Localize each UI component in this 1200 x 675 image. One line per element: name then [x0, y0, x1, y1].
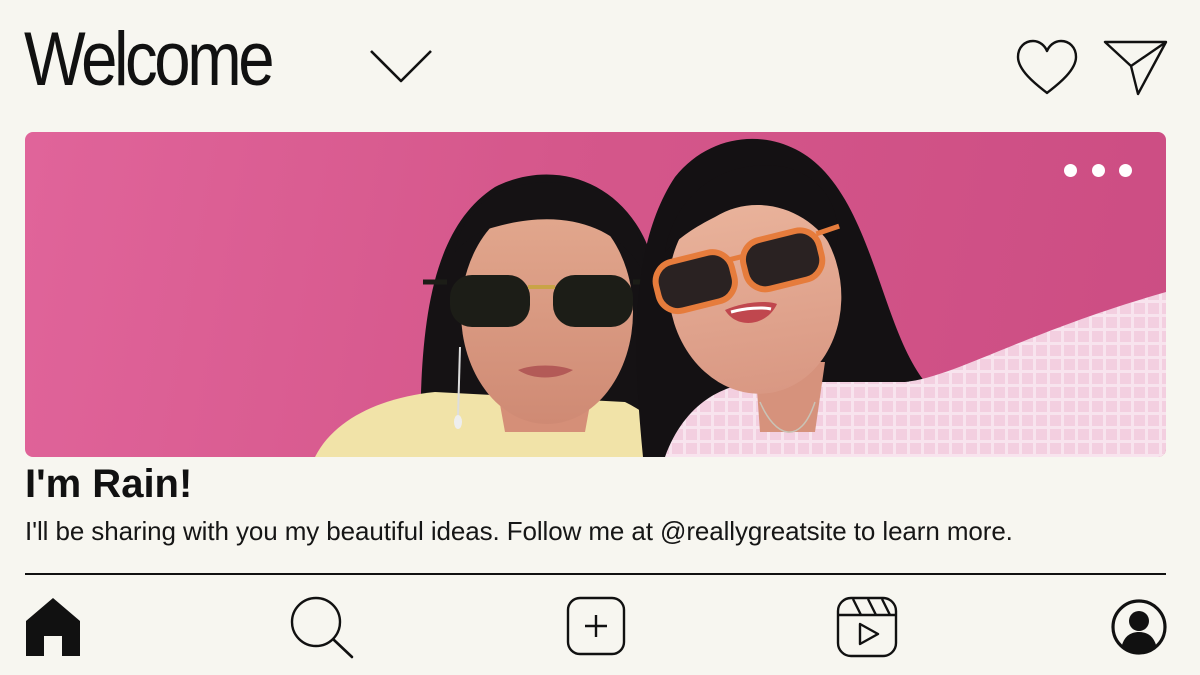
heart-icon [1016, 39, 1078, 95]
reels-icon [836, 596, 898, 658]
nav-search-button[interactable] [290, 596, 356, 664]
chevron-down-icon [370, 50, 432, 83]
notifications-button[interactable] [1014, 38, 1080, 98]
messages-button[interactable] [1102, 36, 1170, 98]
profile-bio: I'll be sharing with you my beautiful id… [25, 516, 1013, 546]
paper-plane-icon [1103, 40, 1168, 96]
top-bar: Welcome [0, 0, 1200, 120]
more-options-button[interactable] [1058, 160, 1138, 180]
cover-photo-image [315, 138, 1166, 457]
profile-name: I'm Rain! [25, 462, 193, 506]
more-horizontal-icon-dot [1064, 163, 1077, 177]
account-switcher-button[interactable] [366, 44, 436, 90]
nav-home-button[interactable] [24, 596, 82, 660]
more-horizontal-icon-dot [1091, 163, 1105, 177]
page-title: Welcome [24, 17, 275, 102]
cover-photo[interactable] [25, 132, 1166, 457]
search-icon [290, 596, 354, 659]
divider [25, 573, 1166, 575]
profile-icon [1111, 599, 1167, 655]
more-horizontal-icon-dot [1119, 163, 1132, 177]
home-icon [26, 598, 80, 656]
nav-profile-button[interactable] [1110, 598, 1168, 660]
nav-create-button[interactable] [566, 596, 626, 660]
nav-reels-button[interactable] [836, 596, 898, 662]
add-post-icon [566, 596, 626, 656]
